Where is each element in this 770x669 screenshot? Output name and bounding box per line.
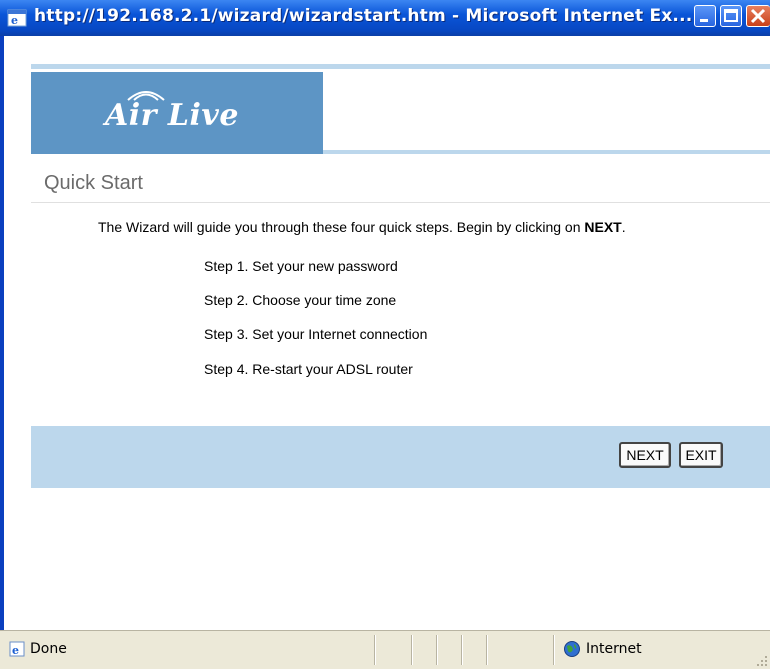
page-done-icon: e xyxy=(9,641,25,657)
minimize-icon xyxy=(700,19,708,22)
status-separator xyxy=(374,635,375,665)
header-top-line xyxy=(31,64,770,69)
airlive-logo: Air Live xyxy=(105,98,239,133)
page-title: Quick Start xyxy=(44,172,143,194)
ie-icon: e xyxy=(7,9,27,27)
header-underline xyxy=(323,150,770,154)
header-banner: Air Live xyxy=(31,72,770,154)
page-content: Air Live Quick Start The Wizard will gui… xyxy=(4,36,770,630)
status-separator xyxy=(411,635,412,665)
browser-window: e http://192.168.2.1/wizard/wizardstart.… xyxy=(0,0,770,669)
status-separator xyxy=(461,635,462,665)
next-button[interactable]: NEXT xyxy=(619,442,671,468)
zone-text: Internet xyxy=(586,641,642,657)
window-title: http://192.168.2.1/wizard/wizardstart.ht… xyxy=(34,6,693,26)
maximize-icon xyxy=(724,9,738,22)
step-2: Step 2. Choose your time zone xyxy=(204,292,397,308)
status-separator xyxy=(436,635,437,665)
maximize-button[interactable] xyxy=(720,5,742,27)
globe-icon xyxy=(564,641,580,657)
status-bar: e Done Internet xyxy=(0,630,770,669)
status-separator xyxy=(553,635,554,665)
resize-grip-icon[interactable] xyxy=(754,653,768,667)
intro-prefix: The Wizard will guide you through these … xyxy=(98,219,585,235)
step-3: Step 3. Set your Internet connection xyxy=(204,326,428,342)
status-separator xyxy=(486,635,487,665)
intro-suffix: . xyxy=(621,219,626,235)
close-icon xyxy=(750,8,766,24)
title-bar[interactable]: e http://192.168.2.1/wizard/wizardstart.… xyxy=(0,0,770,36)
close-button[interactable] xyxy=(746,5,770,27)
status-text: Done xyxy=(30,641,67,657)
header-right-area xyxy=(323,72,770,152)
title-divider xyxy=(31,202,770,203)
step-4: Step 4. Re-start your ADSL router xyxy=(204,361,413,377)
intro-text: The Wizard will guide you through these … xyxy=(98,219,626,235)
step-1: Step 1. Set your new password xyxy=(204,258,398,274)
button-bar: NEXT EXIT xyxy=(31,426,770,488)
minimize-button[interactable] xyxy=(694,5,716,27)
exit-button[interactable]: EXIT xyxy=(679,442,723,468)
intro-bold: NEXT xyxy=(584,219,622,235)
svg-text:e: e xyxy=(12,644,19,657)
svg-text:e: e xyxy=(11,14,18,27)
logo-block: Air Live xyxy=(31,72,323,154)
